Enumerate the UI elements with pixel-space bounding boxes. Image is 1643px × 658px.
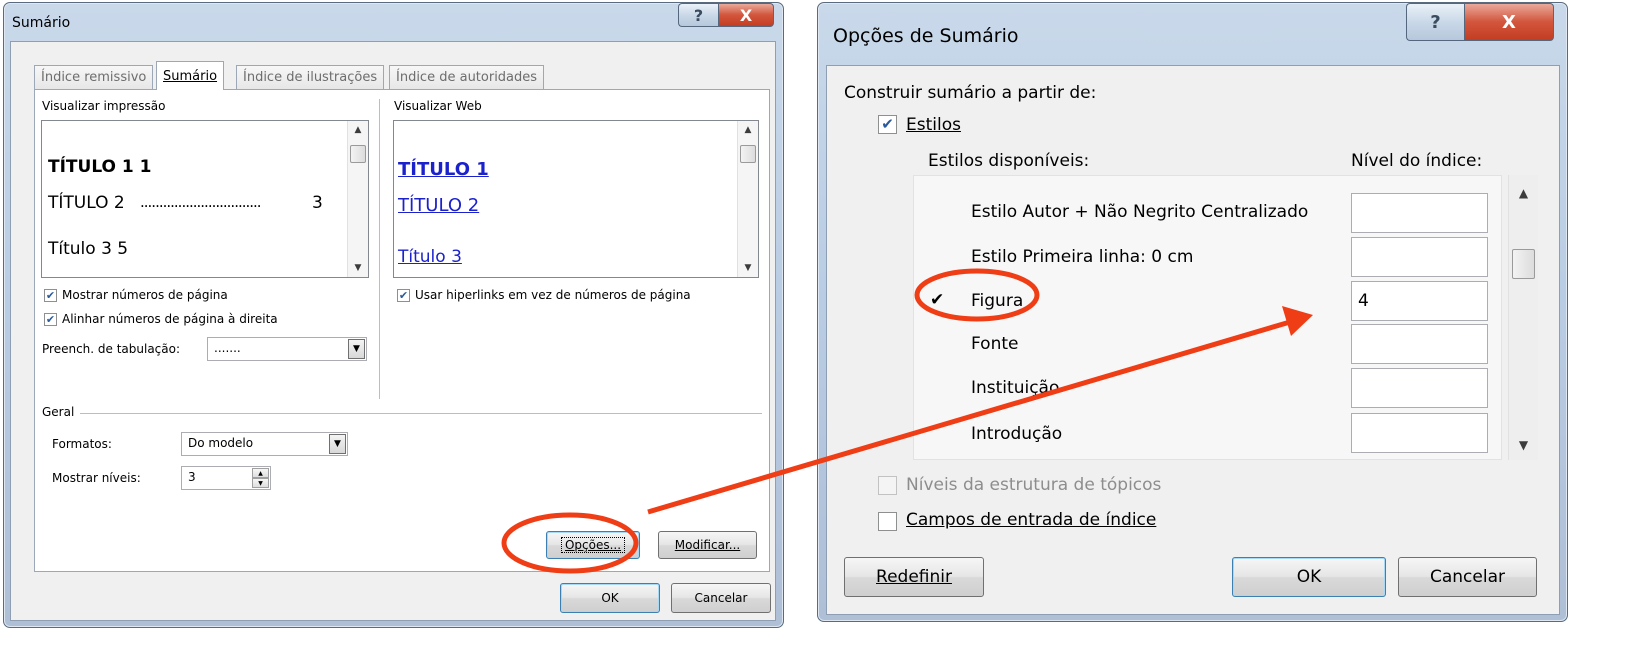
- tab-figures[interactable]: Índice de ilustrações: [236, 65, 385, 89]
- styles-list-scrollbar[interactable]: ▲ ▼: [1508, 175, 1538, 460]
- index-fields-checkbox[interactable]: [878, 512, 897, 531]
- outline-levels-label: Níveis da estrutura de tópicos: [906, 475, 1162, 495]
- style-level-input[interactable]: [1351, 368, 1488, 408]
- web-preview-scrollbar[interactable]: ▲ ▼: [737, 121, 758, 277]
- ok-button[interactable]: OK: [1232, 557, 1386, 597]
- preview-separator: [379, 99, 380, 399]
- tab-authorities[interactable]: Índice de autoridades: [389, 65, 545, 89]
- show-page-numbers-label: Mostrar números de página: [62, 288, 228, 302]
- modify-button[interactable]: Modificar...: [658, 531, 757, 559]
- use-hyperlinks-label: Usar hiperlinks em vez de números de pág…: [415, 288, 691, 302]
- general-group-label: Geral: [42, 405, 75, 419]
- preview-heading-3: Título 3 5: [48, 239, 129, 259]
- style-name: Estilo Autor + Não Negrito Centralizado: [971, 202, 1309, 222]
- web-link-heading-1[interactable]: TÍTULO 1: [398, 159, 489, 180]
- style-name: Estilo Primeira linha: 0 cm: [971, 247, 1194, 267]
- scroll-up-icon[interactable]: ▲: [1509, 187, 1538, 199]
- question-mark-icon: ?: [1430, 11, 1441, 33]
- cancel-button[interactable]: Cancelar: [1398, 557, 1537, 597]
- show-levels-value: 3: [188, 470, 196, 484]
- styles-label: Estilos: [906, 115, 961, 135]
- align-right-checkbox[interactable]: ✔: [44, 313, 57, 326]
- toc-dialog-title: Sumário: [12, 15, 71, 31]
- scroll-down-icon[interactable]: ▼: [348, 264, 368, 273]
- close-button[interactable]: X: [1464, 3, 1554, 41]
- style-name: Introdução: [971, 424, 1063, 444]
- style-level-input[interactable]: [1351, 237, 1488, 277]
- style-level-input[interactable]: [1351, 413, 1488, 453]
- help-button[interactable]: ?: [1406, 3, 1464, 41]
- formats-label: Formatos:: [52, 437, 112, 451]
- tab-leader-value: .......: [214, 341, 241, 355]
- print-preview-label: Visualizar impressão: [42, 99, 166, 113]
- tab-index[interactable]: Índice remissivo: [34, 65, 154, 89]
- style-level-input[interactable]: [1351, 324, 1488, 364]
- scroll-up-icon[interactable]: ▲: [738, 126, 758, 135]
- close-icon: X: [739, 5, 753, 25]
- web-preview-box: TÍTULO 1 TÍTULO 2 Título 3 ▲ ▼: [393, 120, 759, 278]
- styles-checkbox[interactable]: ✔: [878, 115, 897, 134]
- options-button[interactable]: Opções...: [546, 531, 640, 559]
- outline-levels-checkbox[interactable]: [878, 476, 897, 495]
- toc-options-dialog: Opções de Sumário ? X Construir sumário …: [817, 2, 1568, 622]
- show-page-numbers-checkbox[interactable]: ✔: [44, 289, 57, 302]
- style-level-input[interactable]: [1351, 193, 1488, 233]
- web-link-heading-2[interactable]: TÍTULO 2: [398, 195, 479, 216]
- preview-heading-1: TÍTULO 1 1: [48, 157, 152, 177]
- spin-down-icon[interactable]: ▼: [252, 478, 269, 488]
- spin-up-icon[interactable]: ▲: [252, 468, 269, 478]
- formats-value: Do modelo: [188, 436, 254, 450]
- build-from-label: Construir sumário a partir de:: [844, 83, 1097, 103]
- tab-toc[interactable]: Sumário: [156, 61, 225, 90]
- close-icon: X: [1502, 11, 1516, 33]
- scroll-thumb[interactable]: [350, 145, 366, 163]
- tab-leader-label: Preench. de tabulação:: [42, 342, 181, 356]
- scroll-up-icon[interactable]: ▲: [348, 126, 368, 135]
- style-name: Fonte: [971, 334, 1019, 354]
- help-button[interactable]: ?: [678, 3, 718, 27]
- formats-select[interactable]: Do modelo ▼: [181, 432, 348, 456]
- use-hyperlinks-checkbox[interactable]: ✔: [397, 289, 410, 302]
- tab-leader-select[interactable]: ....... ▼: [207, 337, 367, 361]
- style-level-input[interactable]: 4: [1351, 281, 1488, 321]
- general-separator: [80, 413, 762, 414]
- index-fields-label: Campos de entrada de índice: [906, 510, 1157, 530]
- print-preview-scrollbar[interactable]: ▲ ▼: [347, 121, 368, 277]
- show-levels-spinner[interactable]: 3 ▲ ▼: [181, 466, 271, 490]
- web-link-heading-3[interactable]: Título 3: [398, 247, 462, 267]
- toc-options-titlebar[interactable]: Opções de Sumário ? X: [818, 3, 1567, 59]
- figura-check-icon: ✔: [930, 290, 945, 310]
- scroll-thumb[interactable]: [1512, 249, 1535, 279]
- question-mark-icon: ?: [693, 5, 704, 25]
- reset-button[interactable]: Redefinir: [844, 557, 984, 597]
- toc-dialog: Sumário ? X Índice remissivo Sumário Índ…: [3, 2, 784, 628]
- toc-dialog-titlebar[interactable]: Sumário ? X: [4, 3, 783, 39]
- scroll-thumb[interactable]: [740, 145, 756, 163]
- available-styles-header: Estilos disponíveis:: [928, 151, 1090, 171]
- web-preview-label: Visualizar Web: [394, 99, 482, 113]
- show-levels-label: Mostrar níveis:: [52, 471, 141, 485]
- preview-heading-2: TÍTULO 2: [48, 193, 125, 213]
- ok-button[interactable]: OK: [560, 583, 660, 613]
- scroll-down-icon[interactable]: ▼: [1509, 439, 1538, 451]
- style-name: Figura: [971, 291, 1024, 311]
- scroll-down-icon[interactable]: ▼: [738, 264, 758, 273]
- style-name: Instituição: [971, 378, 1060, 398]
- align-right-label: Alinhar números de página à direita: [62, 312, 278, 326]
- chevron-down-icon[interactable]: ▼: [329, 434, 346, 454]
- toc-options-title: Opções de Sumário: [833, 25, 1019, 47]
- preview-leader-dots: ................................: [140, 193, 262, 211]
- print-preview-box: TÍTULO 1 1 TÍTULO 2 ....................…: [41, 120, 369, 278]
- cancel-button[interactable]: Cancelar: [671, 583, 771, 613]
- toc-level-header: Nível do índice:: [1351, 151, 1483, 171]
- chevron-down-icon[interactable]: ▼: [348, 339, 365, 359]
- close-button[interactable]: X: [718, 3, 774, 27]
- preview-heading-2-page: 3: [312, 193, 323, 213]
